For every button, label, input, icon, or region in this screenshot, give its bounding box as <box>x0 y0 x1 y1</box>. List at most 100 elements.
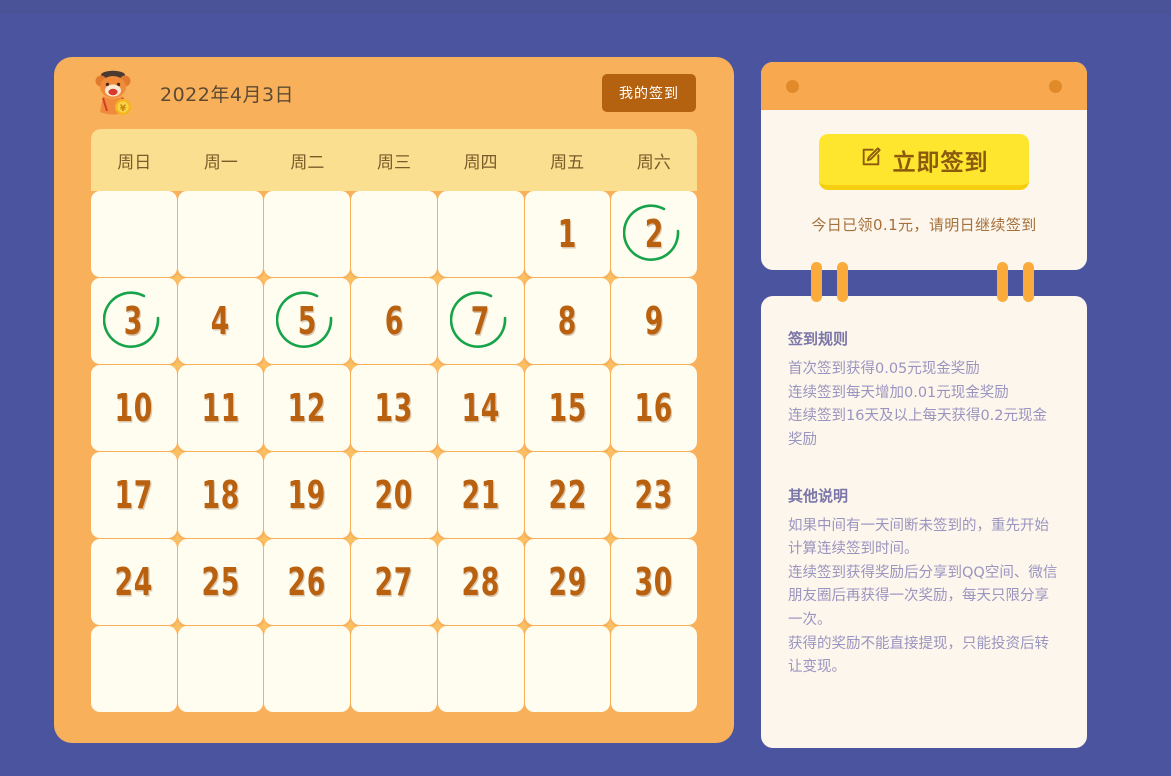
day-number: 20 <box>374 473 414 517</box>
day-number: 6 <box>384 299 404 343</box>
day-number: 23 <box>634 473 674 517</box>
day-number: 25 <box>201 560 240 604</box>
day-cell-checked[interactable]: 3 <box>91 278 177 364</box>
day-number: 5 <box>297 299 317 343</box>
weekday-header-row: 周日 周一 周二 周三 周四 周五 周六 <box>91 129 697 191</box>
binder-rings-group <box>761 262 1087 302</box>
day-number: 21 <box>461 473 501 517</box>
bear-mascot-with-coin-icon: ¥ <box>90 68 138 118</box>
calendar-card: ¥ 2022年4月3日 我的签到 周日 周一 周二 周三 周四 周五 周六 12345678… <box>54 57 734 743</box>
day-cell[interactable]: 28 <box>437 539 524 625</box>
signin-card-header <box>761 62 1087 110</box>
day-cell-blank <box>91 191 177 277</box>
weekday-label-5: 周五 <box>550 152 585 173</box>
day-cell[interactable]: 26 <box>264 539 351 625</box>
day-cell[interactable]: 8 <box>524 278 611 364</box>
binder-ring <box>997 262 1008 302</box>
day-cell[interactable]: 14 <box>437 365 524 451</box>
calendar-header: ¥ 2022年4月3日 我的签到 <box>54 57 734 129</box>
signin-card: 立即签到 今日已领0.1元，请明日继续签到 <box>761 62 1087 270</box>
day-cell[interactable]: 20 <box>351 452 437 538</box>
day-cell[interactable]: 9 <box>611 278 697 364</box>
binder-ring <box>811 262 822 302</box>
day-cell-blank <box>351 626 437 712</box>
day-cell[interactable]: 25 <box>177 539 264 625</box>
signin-now-button-label: 立即签到 <box>892 149 989 176</box>
day-number: 1 <box>557 212 578 256</box>
signin-now-button[interactable]: 立即签到 <box>819 134 1029 190</box>
day-cell[interactable]: 21 <box>437 452 524 538</box>
day-cell-checked[interactable]: 5 <box>264 278 351 364</box>
day-cell[interactable]: 27 <box>351 539 437 625</box>
day-number: 17 <box>114 473 154 517</box>
day-cell[interactable]: 18 <box>177 452 264 538</box>
day-number: 9 <box>644 299 664 343</box>
day-cell[interactable]: 6 <box>351 278 437 364</box>
day-number: 4 <box>210 299 231 343</box>
day-number: 12 <box>287 386 327 430</box>
day-cell-blank <box>264 191 351 277</box>
day-cell[interactable]: 16 <box>611 365 697 451</box>
day-cell[interactable]: 11 <box>177 365 264 451</box>
rules-line: 首次签到获得0.05元现金奖励 <box>788 361 980 377</box>
day-cell[interactable]: 1 <box>524 191 611 277</box>
rules-line: 获得的奖励不能直接提现，只能投资后转让变现。 <box>788 635 1049 676</box>
day-number: 24 <box>114 560 154 604</box>
weekday-label-0: 周日 <box>117 152 152 173</box>
day-cell[interactable]: 23 <box>611 452 697 538</box>
calendar-title: 2022年4月3日 <box>160 83 295 106</box>
my-signin-button[interactable]: 我的签到 <box>602 74 696 112</box>
day-cell-blank <box>177 191 264 277</box>
rules-line: 如果中间有一天间断未签到的，重先开始计算连续签到时间。 <box>788 517 1049 558</box>
rules-line: 连续签到获得奖励后分享到QQ空间、微信朋友圈后再获得一次奖励，每天只限分享一次。 <box>788 564 1058 628</box>
day-number: 26 <box>287 560 327 604</box>
right-column: 立即签到 今日已领0.1元，请明日继续签到 签到规则首次签到获得0.05元现金奖… <box>761 62 1087 748</box>
day-cell-blank <box>351 191 437 277</box>
day-number: 27 <box>374 560 414 604</box>
day-cell[interactable]: 24 <box>91 539 177 625</box>
page-stage: ¥ 2022年4月3日 我的签到 周日 周一 周二 周三 周四 周五 周六 12345678… <box>0 0 1171 776</box>
day-cell[interactable]: 29 <box>524 539 611 625</box>
weekday-label-1: 周一 <box>203 152 238 173</box>
day-cell[interactable]: 12 <box>264 365 351 451</box>
svg-text:¥: ¥ <box>120 104 127 114</box>
day-cell-blank <box>91 626 177 712</box>
day-cell-checked[interactable]: 7 <box>437 278 524 364</box>
weekday-label-4: 周四 <box>463 152 498 173</box>
punch-hole-icon-right <box>1049 79 1062 93</box>
day-number: 10 <box>114 386 154 430</box>
rules-section-title: 签到规则 <box>788 330 849 348</box>
rules-line: 连续签到16天及以上每天获得0.2元现金奖励 <box>788 408 1048 448</box>
punch-hole-icon-left <box>786 79 799 93</box>
day-number: 2 <box>644 212 664 256</box>
day-cell[interactable]: 13 <box>351 365 437 451</box>
day-number: 19 <box>287 473 327 517</box>
day-number: 15 <box>548 386 587 430</box>
rules-card: 签到规则首次签到获得0.05元现金奖励连续签到每天增加0.01元现金奖励连续签到… <box>761 296 1087 748</box>
day-cell[interactable]: 30 <box>611 539 697 625</box>
day-number: 16 <box>634 386 674 430</box>
day-number: 11 <box>201 386 240 430</box>
day-cell[interactable]: 17 <box>91 452 177 538</box>
day-cell-blank <box>264 626 351 712</box>
rules-line: 连续签到每天增加0.01元现金奖励 <box>788 384 1009 401</box>
edit-pencil-square-icon <box>860 146 882 174</box>
rules-section-gap <box>788 453 1060 485</box>
day-number: 7 <box>471 299 491 343</box>
day-cell[interactable]: 10 <box>91 365 177 451</box>
day-cell[interactable]: 15 <box>524 365 611 451</box>
day-number: 22 <box>548 473 587 517</box>
signin-card-body: 立即签到 今日已领0.1元，请明日继续签到 <box>761 110 1087 235</box>
day-cell[interactable]: 19 <box>264 452 351 538</box>
weekday-label-6: 周六 <box>636 152 671 173</box>
day-cell-blank <box>524 626 611 712</box>
binder-ring <box>837 262 848 302</box>
day-cell[interactable]: 4 <box>177 278 264 364</box>
day-cell[interactable]: 22 <box>524 452 611 538</box>
signin-status-text: 今日已领0.1元，请明日继续签到 <box>811 216 1037 234</box>
day-cell-checked[interactable]: 2 <box>611 191 697 277</box>
day-number: 29 <box>548 560 587 604</box>
day-number: 3 <box>124 299 144 343</box>
day-cell-blank <box>437 626 524 712</box>
day-number: 13 <box>374 386 414 430</box>
